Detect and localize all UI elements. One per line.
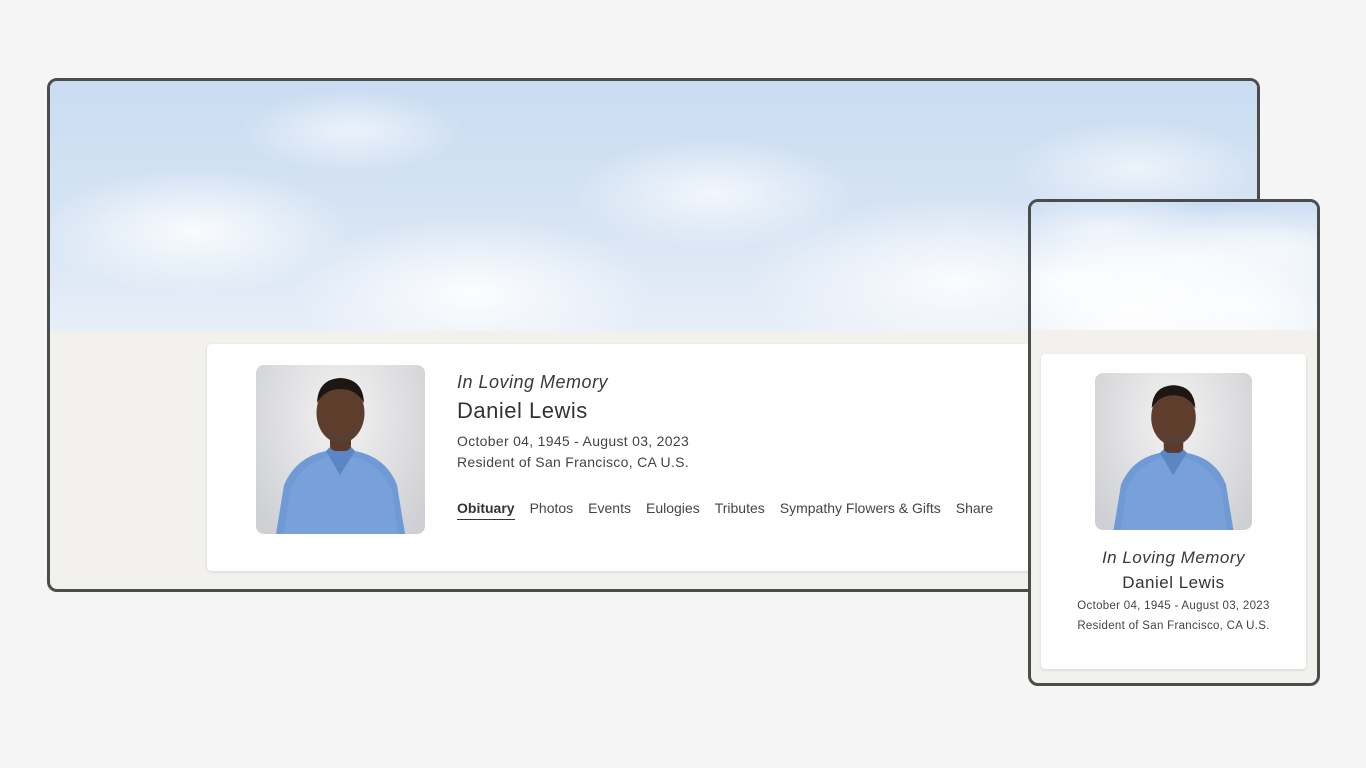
residence-text: Resident of San Francisco, CA U.S. [457,454,689,470]
memorial-nav: Obituary Photos Events Eulogies Tributes… [457,500,1008,520]
residence-text: Resident of San Francisco, CA U.S. [1077,620,1270,632]
memorial-header-card: In Loving Memory Daniel Lewis October 04… [207,344,1087,571]
tab-eulogies[interactable]: Eulogies [646,500,700,520]
life-dates: October 04, 1945 - August 03, 2023 [457,433,690,449]
portrait-image [1113,385,1234,530]
in-loving-memory-label: In Loving Memory [1101,548,1246,567]
in-loving-memory-label: In Loving Memory [457,372,609,392]
memorial-header-card: In Loving Memory Daniel Lewis October 04… [1041,354,1306,669]
tab-photos[interactable]: Photos [530,500,574,520]
deceased-name: Daniel Lewis [1122,573,1225,592]
tab-tributes[interactable]: Tributes [715,500,765,520]
tab-share[interactable]: Share [956,500,993,520]
deceased-name: Daniel Lewis [457,398,588,423]
tab-obituary[interactable]: Obituary [457,500,515,520]
life-dates: October 04, 1945 - August 03, 2023 [1077,600,1270,612]
portrait-image [276,378,405,534]
portrait-photo [1095,373,1252,530]
mobile-preview-frame: In Loving Memory Daniel Lewis October 04… [1028,199,1320,686]
sky-banner [1031,202,1317,330]
portrait-photo [256,365,425,534]
tab-events[interactable]: Events [588,500,631,520]
tab-sympathy-flowers-gifts[interactable]: Sympathy Flowers & Gifts [780,500,941,520]
